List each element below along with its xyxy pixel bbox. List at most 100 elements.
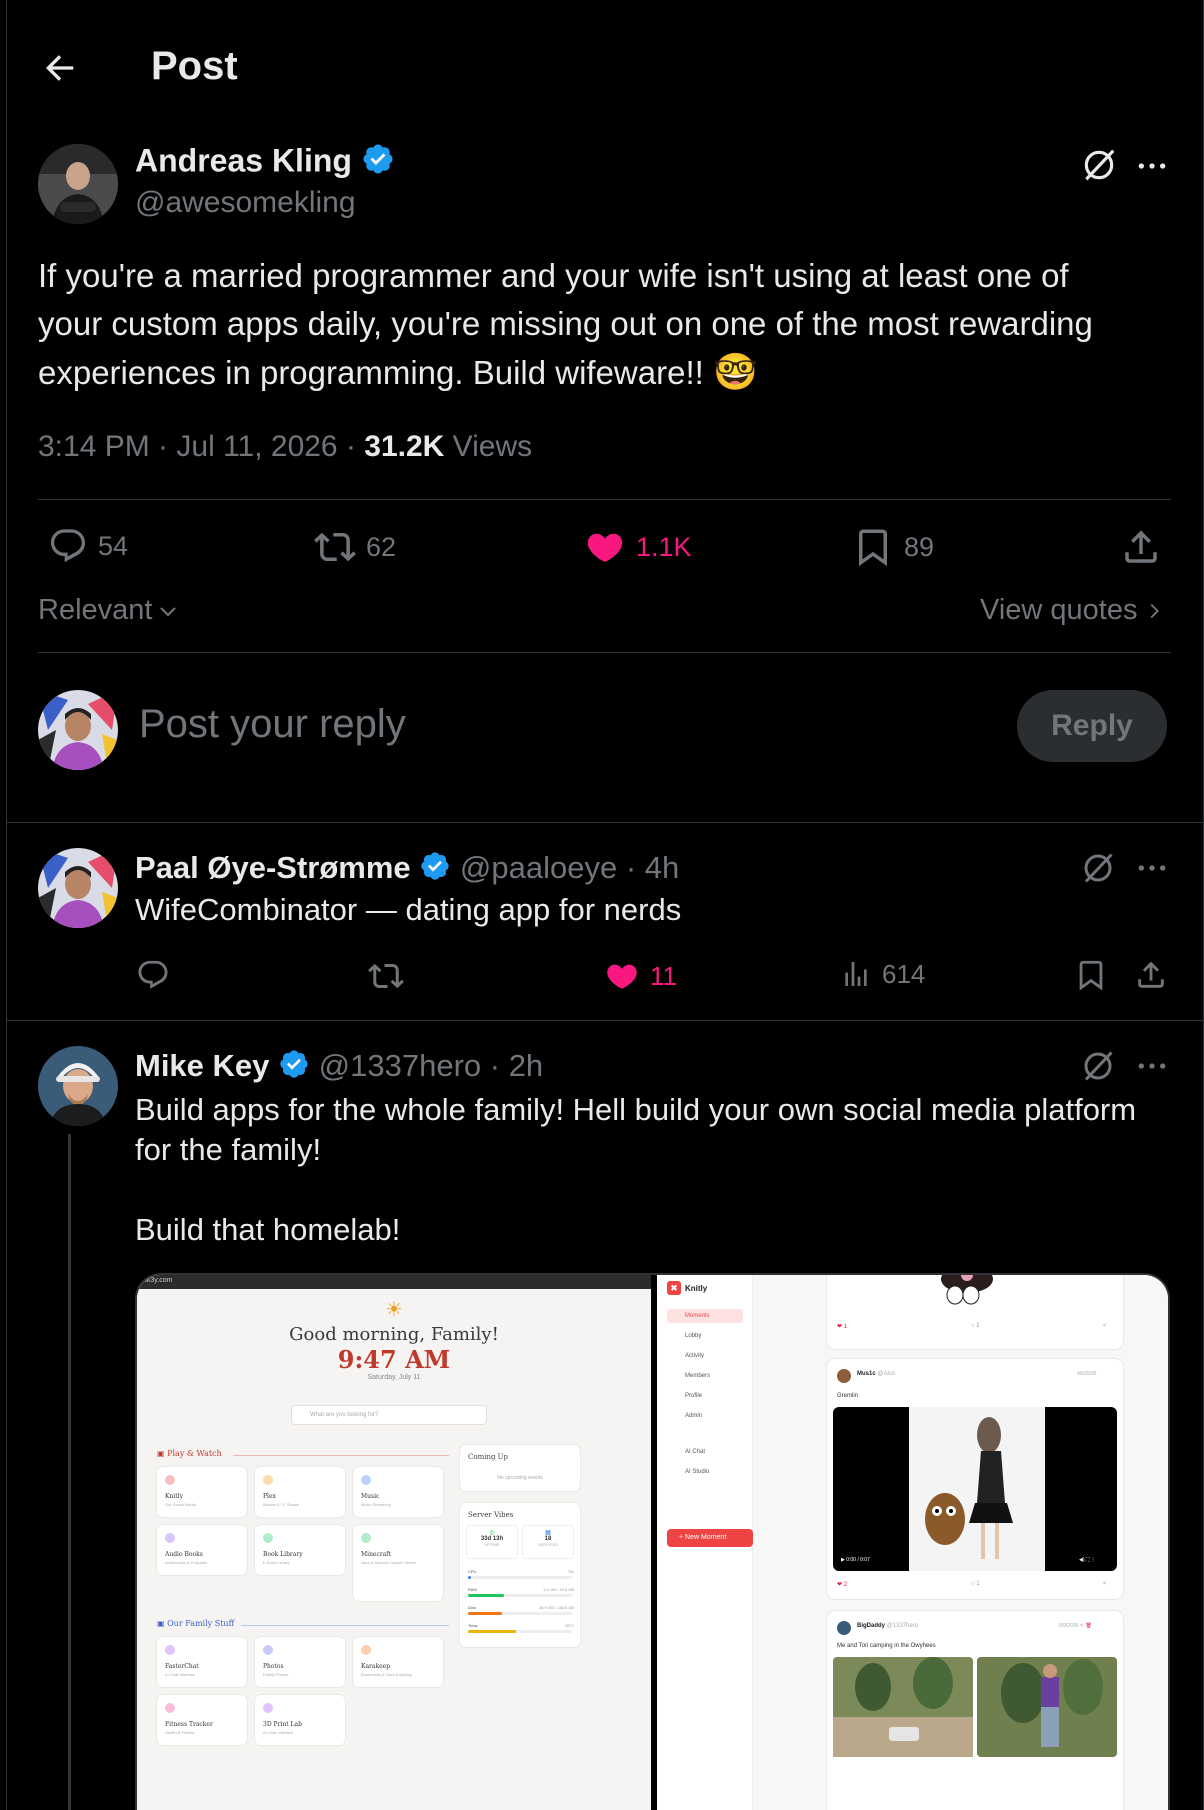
reply-author-name[interactable]: Mike Key [135,1048,269,1083]
grok-icon[interactable] [1080,146,1118,189]
uptime-stat: ◎ 33d 13h UPTIME [466,1525,518,1559]
knitly-post-camping: BigDaddy @1337hero 5/9/2026 ✎ 🗑 Me and T… [827,1611,1123,1810]
knitly-post-author-name: Mus1c [857,1371,876,1377]
knitly-nav-item: AI Studio [685,1469,710,1475]
knitly-post-author-handle: @Also [877,1371,896,1377]
knitly-nav-item: Moments [667,1309,743,1323]
knitly-logo: ✖ Knitly [667,1281,707,1295]
app-tile-subtitle: AI Chat Interface [165,1672,196,1677]
meter-value: 5.4 GB / 15.5 GB [543,1587,574,1592]
app-tile-subtitle: Family Photos [263,1672,289,1677]
knitly-post-date: 5/9/2026 [1059,1623,1079,1629]
thread-line [68,1134,71,1810]
server-vibes-title: Server Vibes [468,1511,514,1519]
knitly-feed: ❤ 1 ○ 1 < Mus1c @Also 4/9/2026 Gremlin ▶… [827,1275,1123,1810]
like-action[interactable]: 11 [604,958,677,994]
sun-icon: ☀ [385,1299,403,1321]
app-tile-subtitle: Audiobooks & Podcasts [165,1560,208,1565]
reply-count: 54 [98,530,129,561]
services-label: SERVICES [537,1542,559,1547]
author-line: Andreas Kling [135,142,395,184]
grok-icon[interactable] [1080,1048,1116,1089]
meter-value: 3% [568,1569,574,1574]
author-handle[interactable]: @awesomekling [135,186,356,220]
post-text-line: If you're a married programmer and your … [38,257,1069,294]
reply-input[interactable]: Post your reply [139,702,406,747]
dashboard-hero: ☀ Good morning, Family! 9:47 AM Saturday… [137,1289,651,1381]
app-tile: Knitly Our Social Media [157,1467,247,1517]
app-tile-icon [263,1475,273,1485]
app-tile: Plex Movies & TV Shows [255,1467,345,1517]
more-options-icon[interactable] [1136,1050,1168,1087]
author-name[interactable]: Andreas Kling [135,142,352,178]
post-timestamp[interactable]: 3:14 PM · Jul 11, 2026 · [38,430,364,463]
chevron-right-icon [1151,603,1160,618]
reply-handle[interactable]: @1337hero [319,1048,481,1083]
share-icon[interactable] [1134,958,1168,997]
reply-author-name[interactable]: Paal Øye-Strømme [135,850,411,885]
app-tile-icon [263,1645,273,1655]
heart-icon [587,533,623,562]
trash-icon: 🗑 [1085,1623,1092,1629]
knitly-nav-item: Activity [685,1353,705,1359]
app-tile-name: Book Library [263,1551,303,1558]
app-tile-icon [361,1533,371,1543]
reply-action[interactable]: 54 [48,526,128,566]
knitly-post-date: 4/9/2026 [1077,1371,1097,1377]
repost-count: 62 [366,531,397,562]
reply-avatar[interactable] [38,1046,118,1126]
share-icon[interactable] [1120,526,1162,573]
server-vibes-card: Server Vibes ◎ 33d 13h UPTIME ▦ 18 SERVI… [460,1503,580,1647]
app-tile-subtitle: Movies & TV Shows [263,1502,299,1507]
like-action[interactable]: 1.1K [584,526,692,568]
section-rule [233,1455,449,1456]
dashboard-search-placeholder: What are you looking for? [310,1412,379,1418]
section-play-watch-label: Play & Watch [167,1449,222,1458]
knitly-logo-icon: ✖ [667,1281,681,1295]
coming-up-card: Coming Up No upcoming events [460,1445,580,1491]
more-options-icon[interactable] [1136,852,1168,889]
grok-icon[interactable] [1080,850,1116,891]
sort-dropdown[interactable]: Relevant [38,594,180,627]
like-count: 1.1K [636,531,692,562]
dashboard-date: Saturday, July 11 [367,1374,421,1381]
reply-text-line: for the family! [135,1132,322,1167]
knitly-new-moment: + New Moment [667,1529,753,1547]
views-count: 614 [882,958,926,989]
more-options-icon[interactable] [1136,150,1168,187]
reply-avatar[interactable] [38,848,118,928]
meter-track [468,1594,572,1597]
reply-button[interactable]: Reply [1017,690,1167,762]
video-volume-icon: ◀) ⛶ ⋮ [1079,1557,1096,1563]
bookmark-action[interactable]: 89 [852,526,934,568]
knitly-post-author-name: BigDaddy [857,1623,886,1629]
app-tile: Book Library E-Book Library [255,1525,345,1575]
reply-text-line: Build that homelab! [135,1212,401,1247]
bookmark-icon[interactable] [1074,958,1108,997]
knitly-video: ▶ 0:00 / 0:07 ◀) ⛶ ⋮ [833,1407,1117,1571]
reply-age[interactable]: · 4h [617,850,679,885]
reply-age[interactable]: · 2h [481,1048,543,1083]
meter-label: CPU [468,1569,477,1574]
reply-icon[interactable] [136,958,170,997]
reply-handle[interactable]: @paaloeye [460,850,617,885]
my-avatar[interactable] [38,690,118,770]
knitly-app-name: Knitly [685,1283,708,1293]
app-tile-name: Music [361,1493,380,1500]
views-action[interactable]: 614 [840,958,925,990]
knitly-nav-item: Profile [685,1393,703,1399]
post-text-line: experiences in programming. Build wifewa… [38,348,1178,397]
attached-media[interactable]: nk3y.com ☀ Good morning, Family! 9:47 AM… [135,1273,1170,1810]
verified-badge-icon [361,142,395,184]
heart-icon [607,964,637,989]
repost-icon[interactable] [368,958,404,999]
cartoon-image [941,1275,993,1305]
view-quotes-link[interactable]: View quotes [980,594,1165,627]
author-avatar[interactable] [38,144,118,224]
meter-fill [468,1594,505,1597]
app-tile: Photos Family Photos [255,1637,345,1687]
repost-action[interactable]: 62 [314,526,396,568]
reply-text: WifeCombinator — dating app for nerds [135,892,682,927]
knitly-post-gremlin: Mus1c @Also 4/9/2026 Gremlin ▶ 0:00 / 0:… [827,1359,1123,1599]
back-arrow-icon[interactable] [40,48,80,88]
